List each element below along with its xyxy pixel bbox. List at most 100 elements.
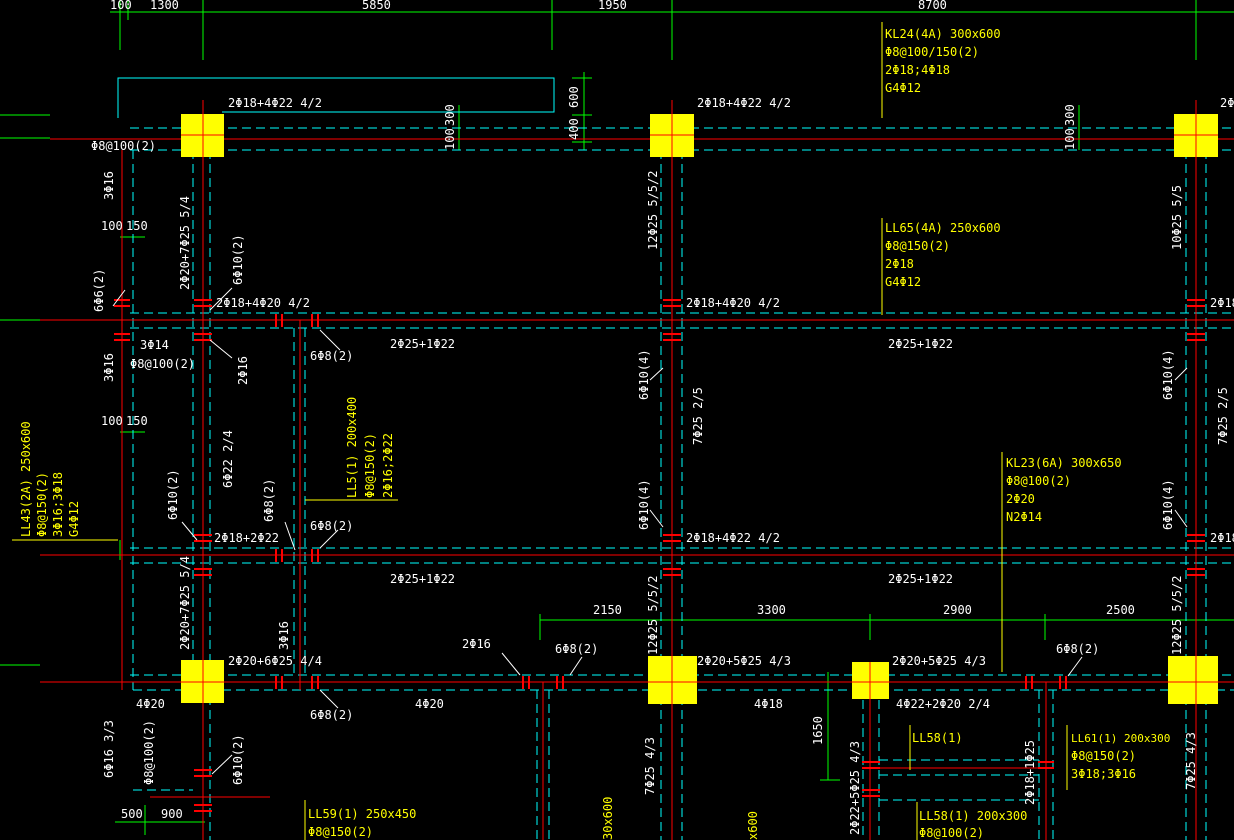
dim-text: 100 (101, 414, 123, 428)
annotation-line: LL59(1) 250x450 (308, 807, 416, 821)
rebar-label: 2Φ25+1Φ22 (888, 337, 953, 351)
dim-text: 500 (121, 807, 143, 821)
annotation-line: 3Φ16;3Φ18 (51, 472, 65, 537)
rebar-label: 2Φ22+5Φ25 4/3 (848, 741, 862, 835)
rebar-label: 12Φ25 5/5/2 (1170, 576, 1184, 655)
annotation-line: Φ8@150(2) (35, 472, 49, 537)
rebar-label: 3Φ16 (102, 353, 116, 382)
annotation-line: G4Φ12 (67, 501, 81, 537)
dim-text: 150 (126, 414, 148, 428)
column (650, 114, 694, 157)
dim-text: 3300 (757, 603, 786, 617)
rebar-label: 6Φ8(2) (310, 349, 353, 363)
column (181, 660, 224, 703)
annotation-line: Φ8@150(2) (885, 239, 950, 253)
dim-text: 1950 (598, 0, 627, 12)
rebar-label: 6Φ6(2) (92, 269, 106, 312)
rebar-label: 3Φ16 (102, 171, 116, 200)
dim-text: 300 (1063, 104, 1077, 126)
rebar-label: 4Φ18 (754, 697, 783, 711)
rebar-label: 6Φ10(4) (637, 349, 651, 400)
rebar-label: 2Φ20+7Φ25 5/4 (178, 196, 192, 290)
annotation-line: LL58(1) 200x300 (919, 809, 1027, 823)
rebar-label: 2Φ18+2Φ22 (214, 531, 279, 545)
annotation-line: Φ8@150(2) (363, 433, 377, 498)
annotation-line: 3Φ18;3Φ16 (1071, 767, 1136, 781)
dim-text: 400 (567, 118, 581, 140)
rebar-label: 6Φ10(2) (231, 734, 245, 785)
rebar-label: 2Φ25+1Φ22 (888, 572, 953, 586)
dim-text: 300 (443, 104, 457, 126)
rebar-label: 2Φ18 (1210, 531, 1234, 545)
column (181, 114, 224, 157)
annotation-line: 2Φ18;4Φ18 (885, 63, 950, 77)
dim-text: 5850 (362, 0, 391, 12)
dim-text: 1300 (150, 0, 179, 12)
dim-text: 8700 (918, 0, 947, 12)
rebar-label: 2Φ20+7Φ25 5/4 (178, 556, 192, 650)
rebar-label: 6Φ10(2) (231, 234, 245, 285)
annotation-line: N2Φ14 (1006, 510, 1042, 524)
rebar-label: 12Φ25 5/5/2 (646, 171, 660, 250)
dim-text: 2900 (943, 603, 972, 617)
rebar-label: 3Φ14 (140, 338, 169, 352)
annotation-line: Φ8@100(2) (919, 826, 984, 840)
rebar-label: 6Φ16 3/3 (102, 720, 116, 778)
rebar-label: 6Φ10(2) (166, 469, 180, 520)
annotation-ll58a: LL58(1) (912, 731, 963, 745)
rebar-label: 4Φ20 (136, 697, 165, 711)
rebar-label: 2Φ18+4Φ20 4/2 (686, 296, 780, 310)
dim-text: 150 (126, 219, 148, 233)
rebar-label: 4Φ20 (415, 697, 444, 711)
dim-text: 1650 (811, 716, 825, 745)
annotation-line: Φ8@150(2) (1071, 749, 1136, 763)
rebar-label: 6Φ8(2) (1056, 642, 1099, 656)
dim-text: 100 (110, 0, 132, 12)
dim-text: 2150 (593, 603, 622, 617)
rebar-label: x600 (746, 811, 760, 840)
annotation-line: 2Φ18 (885, 257, 914, 271)
rebar-label: Φ8@100(2) (130, 357, 195, 371)
annotation-line: KL23(6A) 300x650 (1006, 456, 1122, 470)
annotation-line: G4Φ12 (885, 81, 921, 95)
rebar-label: 7Φ25 4/3 (1184, 732, 1198, 790)
dim-text: 100 (443, 128, 457, 150)
column (648, 656, 697, 704)
column (1174, 114, 1218, 157)
rebar-label: 30x600 (601, 797, 615, 840)
rebar-label: 2Φ25+1Φ22 (390, 337, 455, 351)
annotation-line: LL43(2A) 250x600 (19, 421, 33, 537)
rebar-label: 4Φ22+2Φ20 2/4 (896, 697, 990, 711)
rebar-label: 2Φ18+4Φ20 4/2 (216, 296, 310, 310)
column (1168, 656, 1218, 704)
rebar-label: 2Φ16 (462, 637, 491, 651)
rebar-label: 3Φ16 (277, 621, 291, 650)
rebar-label: 2Φ18+1Φ25 (1023, 740, 1037, 805)
rebar-label: 2Φ20+5Φ25 4/3 (697, 654, 791, 668)
rebar-label: 6Φ22 2/4 (221, 430, 235, 488)
rebar-label: 6Φ10(4) (1161, 349, 1175, 400)
rebar-label: 7Φ25 4/3 (643, 737, 657, 795)
rebar-label: 2Φ18 (1210, 296, 1234, 310)
annotation-line: Φ8@150(2) (308, 825, 373, 839)
annotation-line: 2Φ16;2Φ22 (381, 433, 395, 498)
annotation-line: Φ8@100/150(2) (885, 45, 979, 59)
annotation-line: KL24(4A) 300x600 (885, 27, 1001, 41)
dim-text: 2500 (1106, 603, 1135, 617)
rebar-label: 10Φ25 5/5 (1170, 185, 1184, 250)
rebar-label: 2Φ18+4Φ22 4/2 (228, 96, 322, 110)
rebar-label: 6Φ10(4) (637, 479, 651, 530)
dim-text: 100 (101, 219, 123, 233)
annotation-line: G4Φ12 (885, 275, 921, 289)
column (852, 662, 889, 699)
rebar-label: 6Φ10(4) (1161, 479, 1175, 530)
rebar-label: Φ8@100(2) (142, 720, 156, 785)
annotation-line: Φ8@100(2) (1006, 474, 1071, 488)
annotation-line: LL5(1) 200x400 (345, 397, 359, 498)
rebar-label: 6Φ8(2) (310, 519, 353, 533)
rebar-label: 2Φ20+6Φ25 4/4 (228, 654, 322, 668)
dim-text: 900 (161, 807, 183, 821)
rebar-label: 7Φ25 2/5 (1216, 387, 1230, 445)
rebar-label: Φ8@100(2) (91, 139, 156, 153)
annotation-line: LL61(1) 200x300 (1071, 732, 1170, 745)
